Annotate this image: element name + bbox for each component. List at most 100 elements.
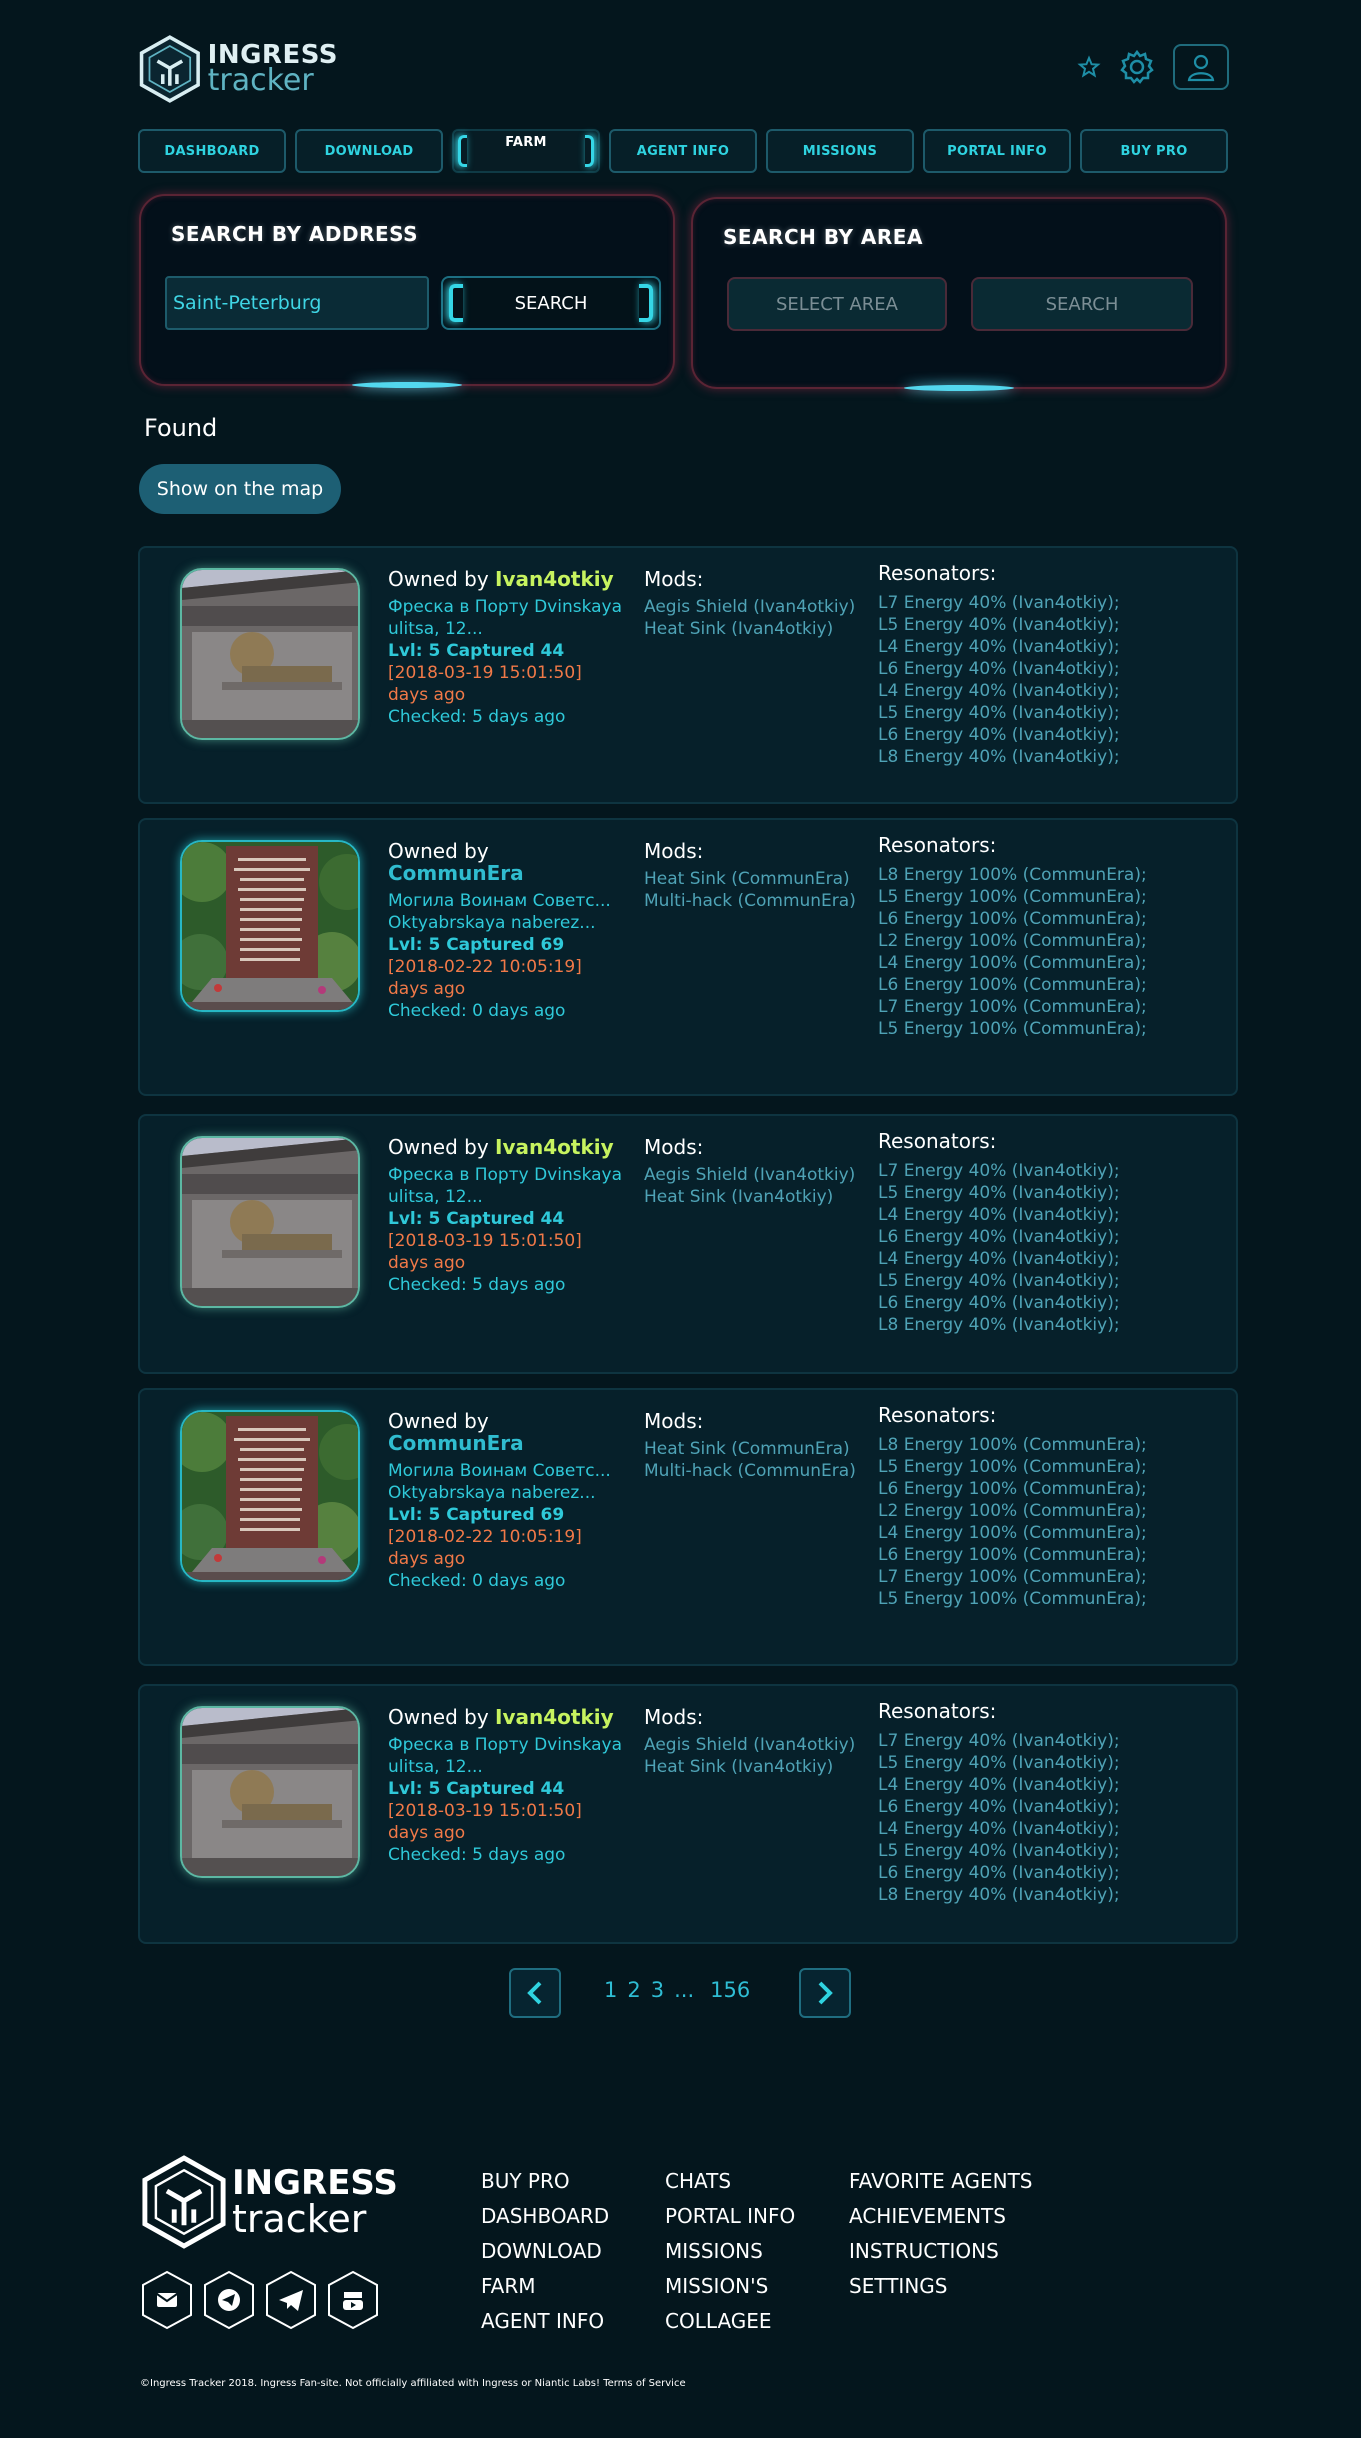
footer-link-buy-pro[interactable]: BUY PRO — [481, 2170, 609, 2193]
footer-link-favorite-agents[interactable]: FAVORITE AGENTS — [849, 2170, 1033, 2193]
portal-name[interactable]: Фреска в Порту Dvinskaya — [388, 596, 628, 618]
footer-link-dashboard[interactable]: DASHBOARD — [481, 2205, 609, 2228]
owned-by-label: Owned by — [388, 1705, 489, 1729]
mods-title: Mods: — [644, 1135, 704, 1159]
portal-image[interactable] — [180, 1410, 360, 1582]
portal-card[interactable]: Owned by CommunEra Могила Воинам Советс..… — [138, 1388, 1238, 1666]
nav-dashboard[interactable]: DASHBOARD — [138, 129, 286, 173]
portal-card[interactable]: Owned by Ivan4otkiy Фреска в Порту Dvinsk… — [138, 1114, 1238, 1374]
panel-glow — [904, 385, 1014, 391]
portal-image[interactable] — [180, 568, 360, 740]
footer-link-instructions[interactable]: INSTRUCTIONS — [849, 2240, 1033, 2263]
search-by-area-title: SEARCH BY AREA — [723, 225, 923, 249]
footer-link-missions-2[interactable]: MISSION'S — [665, 2275, 795, 2298]
resonator-item: L6 Energy 40% (Ivan4otkiy); — [878, 725, 1120, 745]
portal-image[interactable] — [180, 840, 360, 1012]
resonator-item: L4 Energy 100% (CommunEra); — [878, 1523, 1147, 1543]
telegram-icon[interactable] — [264, 2270, 318, 2330]
page-last[interactable]: 156 — [710, 1978, 750, 2002]
portal-card[interactable]: Owned by CommunEra Могила Воинам Советс..… — [138, 818, 1238, 1096]
portal-name[interactable]: Могила Воинам Советс... — [388, 890, 628, 912]
address-input[interactable] — [165, 276, 429, 330]
footer-col-1: BUY PRO DASHBOARD DOWNLOAD FARM AGENT IN… — [481, 2170, 609, 2333]
resonator-item: L8 Energy 40% (Ivan4otkiy); — [878, 1885, 1120, 1905]
portal-image[interactable] — [180, 1706, 360, 1878]
nav-farm[interactable]: FARM — [452, 129, 600, 173]
owned-by-label: Owned by — [388, 1135, 489, 1159]
resonator-item: L4 Energy 100% (CommunEra); — [878, 953, 1147, 973]
portal-name[interactable]: Могила Воинам Советс... — [388, 1460, 628, 1482]
captured-days: days ago — [388, 1549, 466, 1569]
footer-link-farm[interactable]: FARM — [481, 2275, 609, 2298]
mods-list: Mods: Aegis Shield (Ivan4otkiy) Heat Sink … — [644, 568, 855, 640]
owner-name[interactable]: CommunEra — [388, 1431, 524, 1455]
footer-link-settings[interactable]: SETTINGS — [849, 2275, 1033, 2298]
chevron-left-icon[interactable] — [509, 1968, 561, 2018]
mail-icon[interactable] — [140, 2270, 194, 2330]
resonators-title: Resonators: — [878, 561, 997, 585]
page-2[interactable]: 2 — [627, 1978, 640, 2002]
footer-link-chats[interactable]: CHATS — [665, 2170, 795, 2193]
portal-image[interactable] — [180, 1136, 360, 1308]
mod-item: Aegis Shield (Ivan4otkiy) — [644, 1165, 856, 1185]
nav-buy-pro[interactable]: BUY PRO — [1080, 129, 1228, 173]
footer-link-achievements[interactable]: ACHIEVEMENTS — [849, 2205, 1033, 2228]
resonator-item: L6 Energy 40% (Ivan4otkiy); — [878, 1797, 1120, 1817]
resonators-list: Resonators: L8 Energy 100% (CommunEra); L5… — [878, 834, 1147, 1040]
address-search-button[interactable]: SEARCH — [441, 276, 661, 330]
footer-logo[interactable]: INGRESS tracker — [140, 2153, 398, 2251]
captured-days: days ago — [388, 979, 466, 999]
nav-portal-info[interactable]: PORTAL INFO — [923, 129, 1071, 173]
resonator-item: L8 Energy 100% (CommunEra); — [878, 865, 1147, 885]
owned-by-label: Owned by — [388, 1409, 489, 1433]
pagination: 1 2 3 ... 156 — [509, 1968, 853, 2018]
youtube-icon[interactable] — [326, 2270, 380, 2330]
footer-link-collagee[interactable]: COLLAGEE — [665, 2310, 795, 2333]
resonators-list: Resonators: L7 Energy 40% (Ivan4otkiy); L5… — [878, 1130, 1120, 1336]
search-by-address-panel: SEARCH BY ADDRESS SEARCH — [139, 194, 675, 388]
owner-name[interactable]: CommunEra — [388, 861, 524, 885]
mods-list: Mods: Aegis Shield (Ivan4otkiy) Heat Sink … — [644, 1706, 855, 1778]
nav-missions[interactable]: MISSIONS — [766, 129, 914, 173]
nav-download[interactable]: DOWNLOAD — [295, 129, 443, 173]
mods-list: Mods: Heat Sink (CommunEra) Multi-hack (Co… — [644, 1410, 856, 1482]
checked-status: Checked: 0 days ago — [388, 1571, 566, 1591]
gear-icon[interactable] — [1119, 49, 1155, 85]
page-3[interactable]: 3 — [651, 1978, 664, 2002]
page-1[interactable]: 1 — [604, 1978, 617, 2002]
nav-agent-info[interactable]: AGENT INFO — [609, 129, 757, 173]
owner-name[interactable]: Ivan4otkiy — [495, 1705, 614, 1729]
footer-link-download[interactable]: DOWNLOAD — [481, 2240, 609, 2263]
owner-name[interactable]: Ivan4otkiy — [495, 567, 614, 591]
portal-card[interactable]: Owned by Ivan4otkiy Фреска в Порту Dvinsk… — [138, 546, 1238, 804]
footer-link-portal-info[interactable]: PORTAL INFO — [665, 2205, 795, 2228]
portal-name[interactable]: Фреска в Порту Dvinskaya — [388, 1164, 628, 1186]
user-icon[interactable] — [1173, 44, 1229, 90]
mods-title: Mods: — [644, 1705, 704, 1729]
portal-name[interactable]: Фреска в Порту Dvinskaya — [388, 1734, 628, 1756]
chevron-right-icon[interactable] — [799, 1968, 851, 2018]
telegram-round-icon[interactable] — [202, 2270, 256, 2330]
footer-link-missions[interactable]: MISSIONS — [665, 2240, 795, 2263]
owned-by-label: Owned by — [388, 567, 489, 591]
footer-brand-line2: tracker — [232, 2197, 367, 2241]
resonator-item: L6 Energy 40% (Ivan4otkiy); — [878, 659, 1120, 679]
owner-name[interactable]: Ivan4otkiy — [495, 1135, 614, 1159]
select-area-button[interactable]: SELECT AREA — [727, 277, 947, 331]
resonators-list: Resonators: L8 Energy 100% (CommunEra); L5… — [878, 1404, 1147, 1610]
brand-logo[interactable]: INGRESS tracker — [138, 30, 338, 108]
show-on-map-button[interactable]: Show on the map — [139, 464, 341, 514]
footer-link-agent-info[interactable]: AGENT INFO — [481, 2310, 609, 2333]
portal-card[interactable]: Owned by Ivan4otkiy Фреска в Порту Dvinsk… — [138, 1684, 1238, 1944]
area-search-button[interactable]: SEARCH — [971, 277, 1193, 331]
resonator-item: L4 Energy 40% (Ivan4otkiy); — [878, 681, 1120, 701]
captured-date: [2018-03-19 15:01:50] — [388, 663, 582, 683]
star-icon[interactable] — [1077, 55, 1101, 79]
resonator-item: L6 Energy 100% (CommunEra); — [878, 975, 1147, 995]
panel-glow — [352, 382, 462, 388]
resonator-item: L5 Energy 40% (Ivan4otkiy); — [878, 1841, 1120, 1861]
ingress-logo-icon — [139, 35, 200, 103]
main-nav: DASHBOARD DOWNLOAD FARM AGENT INFO MISSI… — [138, 129, 1228, 173]
owned-by-label: Owned by — [388, 839, 489, 863]
copyright: ©Ingress Tracker 2018. Ingress Fan-site.… — [140, 2378, 686, 2389]
